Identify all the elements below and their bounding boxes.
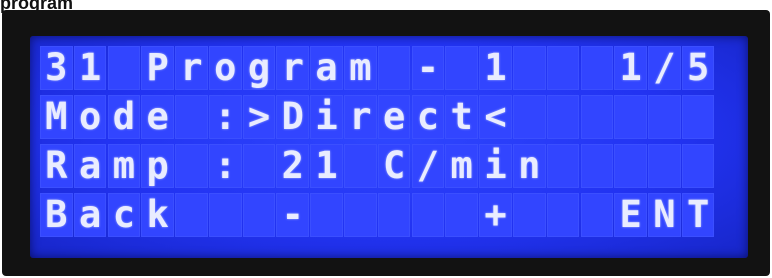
lcd-char-cell bbox=[512, 193, 546, 237]
lcd-char-cell: o bbox=[73, 95, 107, 139]
lcd-char-cell bbox=[208, 193, 242, 237]
lcd-char-cell: m bbox=[344, 46, 377, 90]
lcd-char-cell: k bbox=[141, 193, 174, 237]
lcd-char-cell: g bbox=[242, 46, 276, 90]
lcd-char-cell bbox=[648, 144, 681, 188]
lcd-char-cell bbox=[175, 144, 208, 188]
lcd-char-cell bbox=[614, 144, 647, 188]
lcd-char-cell: d bbox=[107, 95, 141, 139]
lcd-char-cell bbox=[445, 193, 478, 237]
lcd-row-2: Mode : > Di r e c t < bbox=[40, 95, 715, 139]
lcd-char-cell: C bbox=[377, 144, 411, 188]
lcd-char-cell: / bbox=[648, 46, 681, 90]
lcd-char-cell bbox=[512, 46, 546, 90]
lcd-char-cell: M bbox=[40, 95, 73, 139]
lcd-char-cell: r bbox=[344, 95, 377, 139]
lcd-char-cell: m bbox=[107, 144, 141, 188]
lcd-char-cell: p bbox=[141, 144, 174, 188]
lcd-char-cell: + bbox=[479, 193, 512, 237]
lcd-char-cell bbox=[580, 144, 614, 188]
lcd-char-cell bbox=[310, 193, 343, 237]
lcd-char-cell: R bbox=[40, 144, 73, 188]
lcd-char-cell: - bbox=[411, 46, 445, 90]
lcd-char-cell bbox=[546, 193, 580, 237]
lcd-screen: 31 Program - 1 1/5 Mode : > Di r e c t < Ramp :… bbox=[30, 36, 748, 258]
lcd-char-cell: c bbox=[411, 95, 445, 139]
lcd-char-cell: o bbox=[208, 46, 242, 90]
lcd-char-cell: > bbox=[242, 95, 276, 139]
lcd-char-cell: n bbox=[512, 144, 546, 188]
lcd-char-cell: t bbox=[445, 95, 478, 139]
lcd-char-cell bbox=[411, 193, 445, 237]
lcd-char-cell bbox=[175, 95, 208, 139]
lcd-row-4: Back - + ENT bbox=[40, 193, 715, 237]
lcd-char-cell: a bbox=[73, 193, 107, 237]
lcd-char-cell: N bbox=[648, 193, 681, 237]
lcd-char-cell: c bbox=[107, 193, 141, 237]
lcd-char-cell bbox=[175, 193, 208, 237]
lcd-row-1: 31 Program - 1 1/5 bbox=[40, 46, 715, 90]
lcd-char-cell bbox=[681, 95, 715, 139]
lcd-char-cell: : bbox=[208, 144, 242, 188]
lcd-char-cell bbox=[681, 144, 715, 188]
lcd-char-cell bbox=[580, 46, 614, 90]
lcd-char-cell bbox=[614, 95, 647, 139]
lcd-char-cell: D bbox=[276, 95, 310, 139]
lcd-char-cell: < bbox=[479, 95, 512, 139]
lcd-char-cell: r bbox=[175, 46, 208, 90]
lcd-char-cell: 5 bbox=[681, 46, 715, 90]
lcd-char-cell: - bbox=[276, 193, 310, 237]
lcd-char-cell: i bbox=[310, 95, 343, 139]
lcd-rows: 31 Program - 1 1/5 Mode : > Di r e c t < Ramp :… bbox=[40, 46, 715, 237]
lcd-char-cell bbox=[242, 144, 276, 188]
lcd-char-cell: a bbox=[310, 46, 343, 90]
lcd-char-cell: r bbox=[276, 46, 310, 90]
lcd-char-cell: m bbox=[445, 144, 478, 188]
lcd-char-cell: 1 bbox=[310, 144, 343, 188]
lcd-char-cell bbox=[377, 193, 411, 237]
lcd-char-cell: e bbox=[377, 95, 411, 139]
lcd-row-3: Ramp : 21 C / m i n bbox=[40, 144, 715, 188]
lcd-char-cell: 2 bbox=[276, 144, 310, 188]
lcd-char-cell: 3 bbox=[40, 46, 73, 90]
lcd-char-cell bbox=[377, 46, 411, 90]
lcd-char-cell: 1 bbox=[479, 46, 512, 90]
lcd-char-cell bbox=[546, 46, 580, 90]
lcd-char-cell: 1 bbox=[73, 46, 107, 90]
lcd-char-cell bbox=[242, 193, 276, 237]
lcd-char-cell: B bbox=[40, 193, 73, 237]
lcd-char-cell bbox=[580, 95, 614, 139]
lcd-char-cell: 1 bbox=[614, 46, 647, 90]
lcd-char-cell bbox=[546, 144, 580, 188]
lcd-char-cell bbox=[648, 95, 681, 139]
lcd-char-cell: P bbox=[141, 46, 174, 90]
lcd-char-cell bbox=[512, 95, 546, 139]
lcd-char-cell bbox=[546, 95, 580, 139]
lcd-char-cell: a bbox=[73, 144, 107, 188]
lcd-bezel: 31 Program - 1 1/5 Mode : > Di r e c t < Ramp :… bbox=[2, 10, 770, 276]
lcd-char-cell bbox=[107, 46, 141, 90]
lcd-char-cell bbox=[445, 46, 478, 90]
lcd-char-cell bbox=[344, 193, 377, 237]
lcd-char-cell: e bbox=[141, 95, 174, 139]
lcd-char-cell: E bbox=[614, 193, 647, 237]
lcd-char-cell: : bbox=[208, 95, 242, 139]
lcd-char-cell bbox=[580, 193, 614, 237]
lcd-char-cell: / bbox=[411, 144, 445, 188]
lcd-char-cell: i bbox=[479, 144, 512, 188]
lcd-char-cell: T bbox=[681, 193, 715, 237]
lcd-char-cell bbox=[344, 144, 377, 188]
